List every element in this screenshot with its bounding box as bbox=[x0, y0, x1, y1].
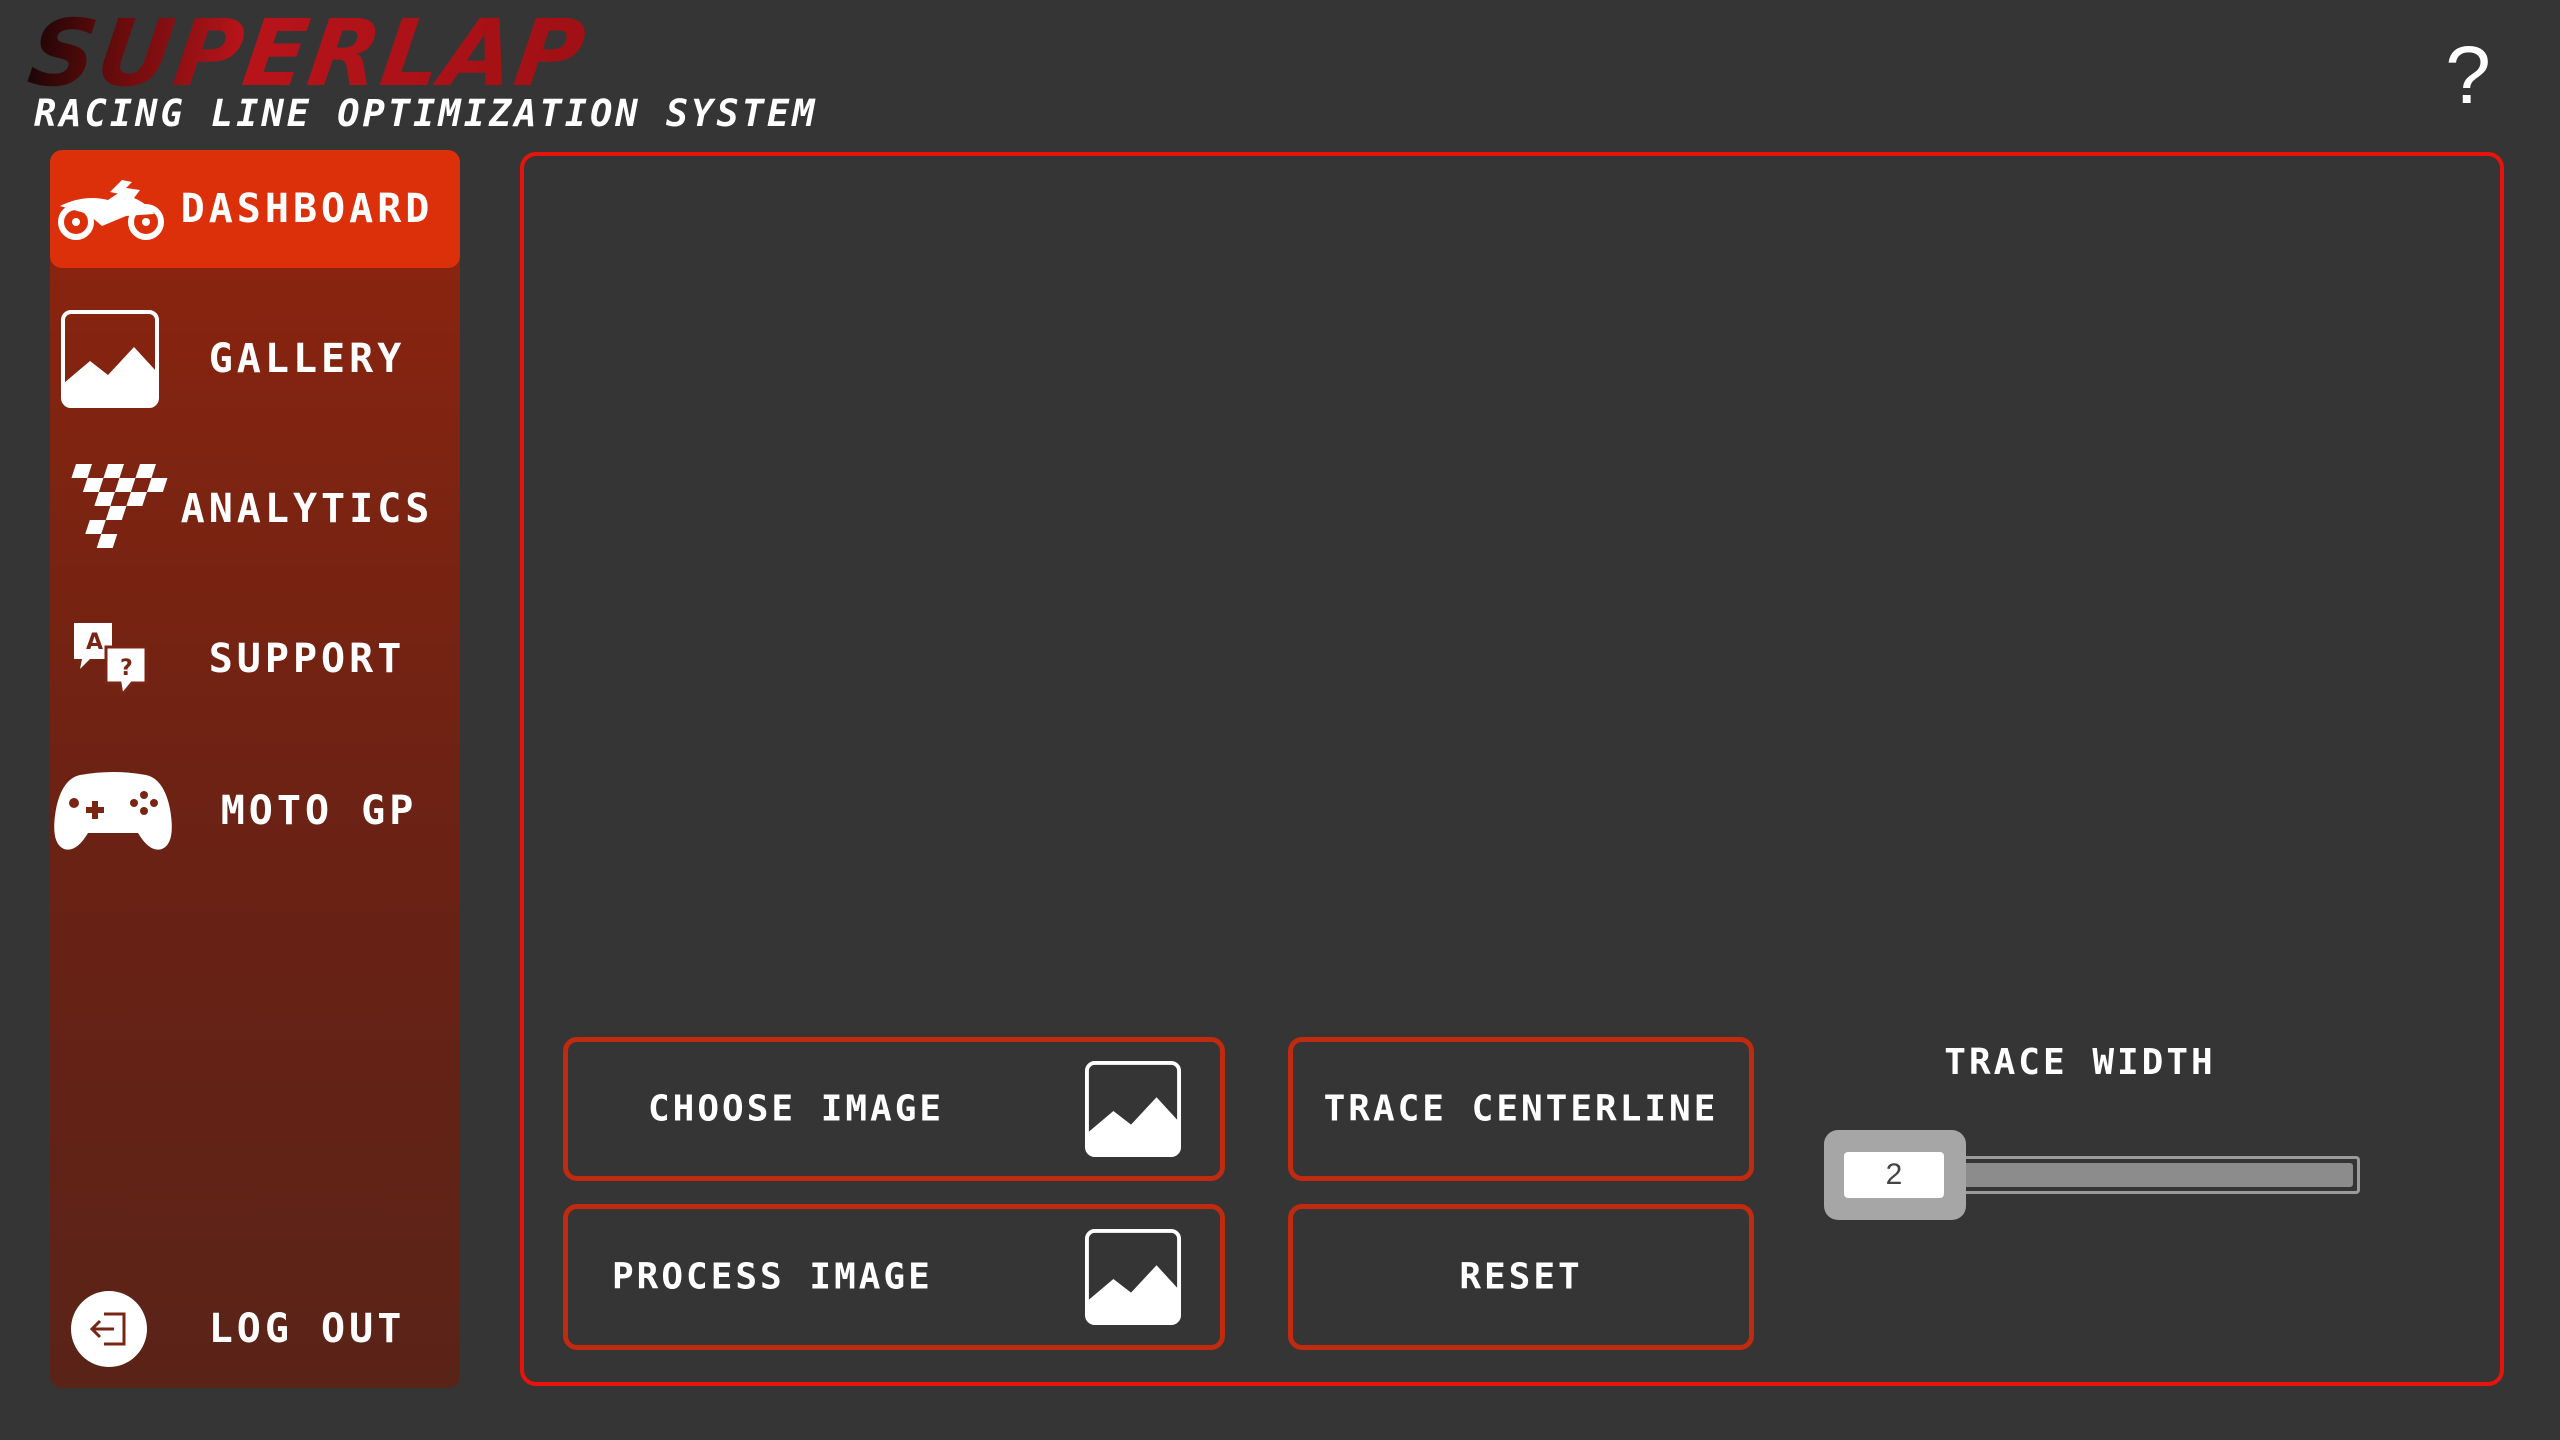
sidebar-item-label: DASHBOARD bbox=[180, 186, 434, 232]
process-image-label: PROCESS IMAGE bbox=[612, 1256, 933, 1298]
reset-button[interactable]: RESET bbox=[1288, 1204, 1754, 1350]
logout-label: LOG OUT bbox=[208, 1306, 406, 1352]
trace-width-slider-track[interactable] bbox=[1940, 1156, 2360, 1194]
app-logo: SUPERLAP bbox=[22, 0, 593, 107]
reset-label: RESET bbox=[1459, 1256, 1583, 1298]
image-icon bbox=[1084, 1228, 1182, 1326]
svg-text:?: ? bbox=[120, 656, 133, 681]
trace-centerline-button[interactable]: TRACE CENTERLINE bbox=[1288, 1037, 1754, 1181]
sidebar-item-dashboard[interactable]: DASHBOARD bbox=[50, 150, 460, 268]
choose-image-button[interactable]: CHOOSE IMAGE bbox=[563, 1037, 1225, 1181]
process-image-button[interactable]: PROCESS IMAGE bbox=[563, 1204, 1225, 1350]
image-icon bbox=[1084, 1060, 1182, 1158]
motorcycle-icon bbox=[58, 180, 164, 240]
sidebar: DASHBOARD GALLERY ANALYTICS A ? SUPPORT … bbox=[50, 150, 460, 1388]
checkered-flag-icon bbox=[71, 464, 168, 548]
speech-bubbles-icon: A ? bbox=[74, 623, 148, 697]
sidebar-item-analytics[interactable]: ANALYTICS bbox=[50, 450, 460, 568]
trace-width-label: TRACE WIDTH bbox=[1944, 1042, 2216, 1083]
sidebar-item-support[interactable]: A ? SUPPORT bbox=[50, 600, 460, 718]
sidebar-item-label: MOTO GP bbox=[220, 788, 418, 834]
image-display-panel bbox=[520, 152, 2504, 1386]
sidebar-item-gallery[interactable]: GALLERY bbox=[50, 300, 460, 418]
sidebar-item-label: GALLERY bbox=[208, 336, 406, 382]
trace-width-slider-thumb[interactable]: 2 bbox=[1824, 1130, 1966, 1220]
trace-width-slider-fill bbox=[1947, 1163, 2353, 1187]
sidebar-item-moto-gp[interactable]: MOTO GP bbox=[50, 752, 460, 870]
svg-text:A: A bbox=[86, 630, 103, 655]
sidebar-item-label: SUPPORT bbox=[208, 636, 406, 682]
sidebar-item-label: ANALYTICS bbox=[180, 486, 434, 532]
gamepad-icon bbox=[54, 772, 172, 850]
image-icon bbox=[61, 310, 159, 408]
trace-centerline-label: TRACE CENTERLINE bbox=[1323, 1088, 1719, 1130]
app-subtitle: RACING LINE OPTIMIZATION SYSTEM bbox=[34, 92, 818, 135]
logout-icon bbox=[71, 1291, 147, 1367]
help-button[interactable]: ? bbox=[2438, 30, 2498, 121]
logout-button[interactable]: LOG OUT bbox=[50, 1270, 460, 1388]
choose-image-label: CHOOSE IMAGE bbox=[648, 1088, 945, 1130]
trace-width-value: 2 bbox=[1844, 1152, 1944, 1198]
